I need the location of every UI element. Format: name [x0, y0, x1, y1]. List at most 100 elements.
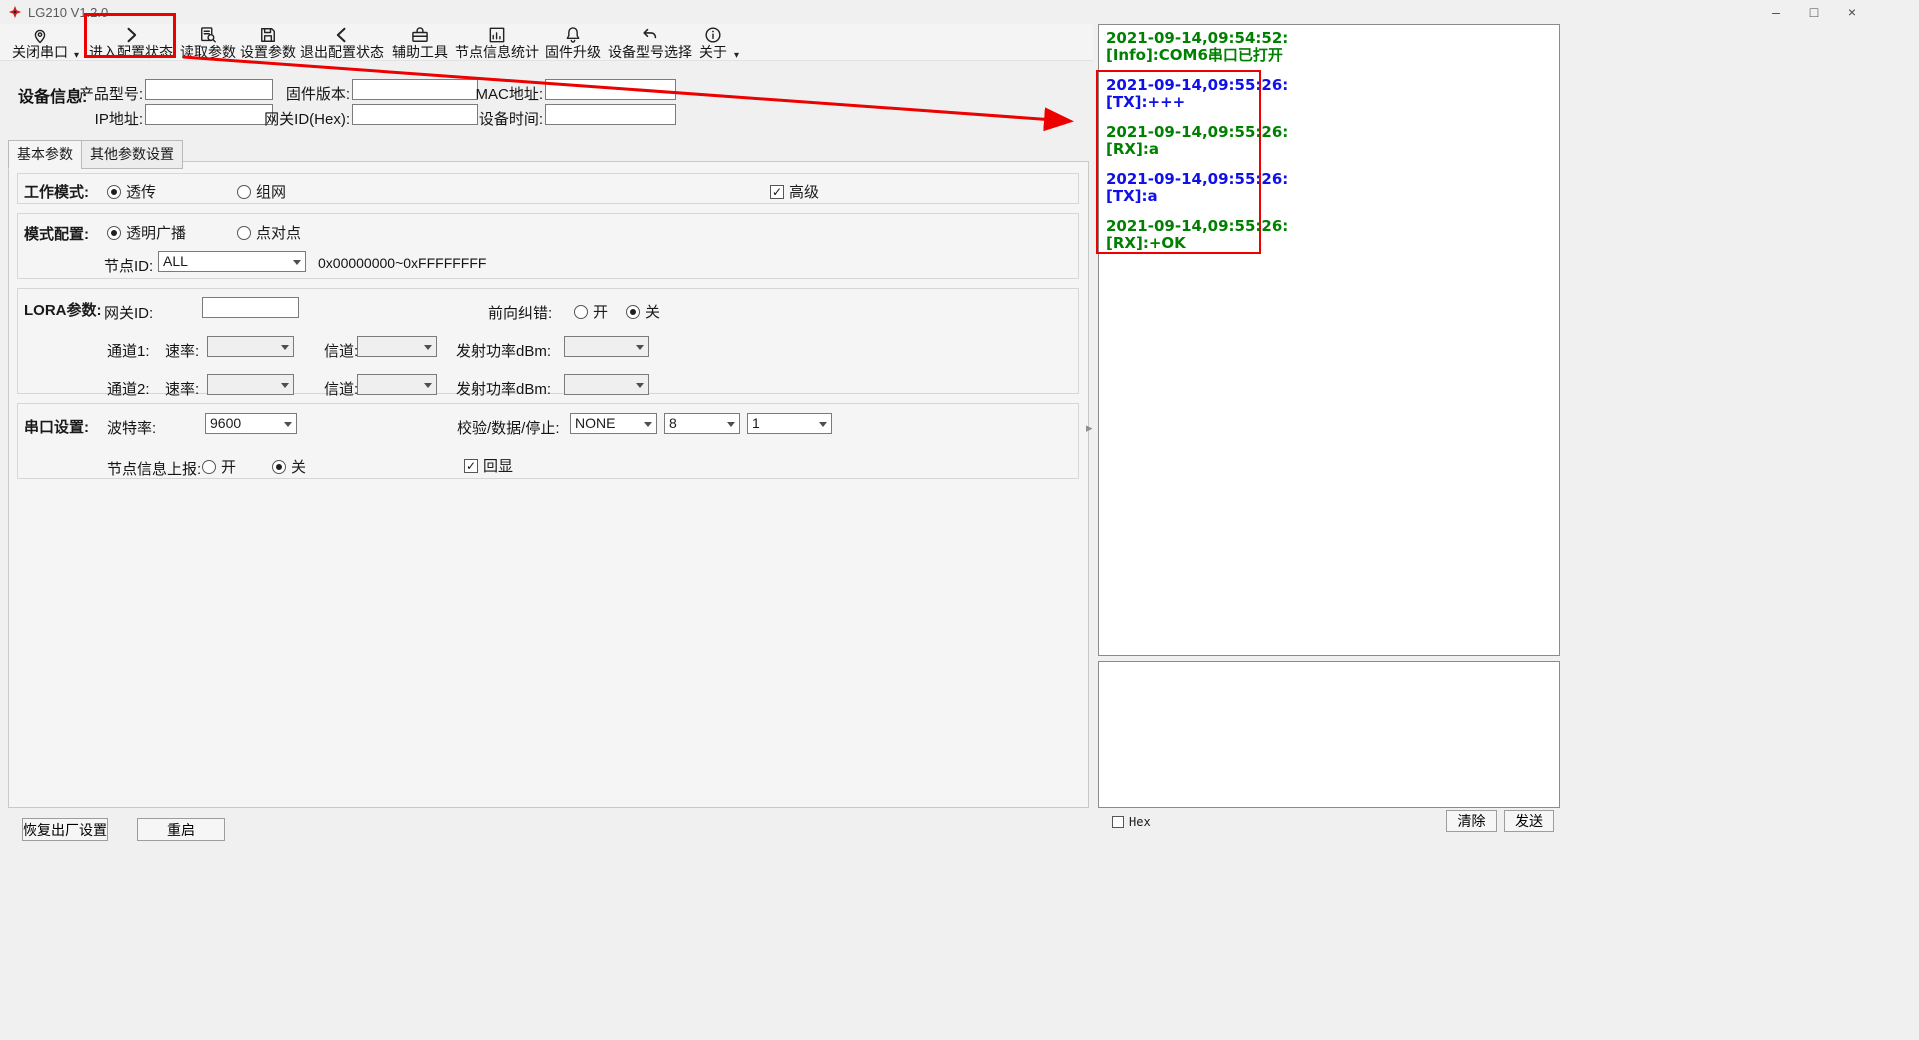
chevron-down-icon [727, 422, 735, 427]
ch2-rate-select[interactable] [207, 374, 294, 395]
radio-networking-mode[interactable]: 组网 [237, 181, 286, 202]
radio-dot [237, 185, 251, 199]
serial-port-pin-icon [30, 25, 50, 45]
fec-label: 前向纠错: [488, 302, 552, 323]
splitter-collapse-arrow[interactable]: ▸ [1086, 420, 1093, 436]
toolbar-button-device-model-select[interactable]: 设备型号选择 [606, 25, 694, 60]
echo-checkbox[interactable]: 回显 [464, 455, 513, 476]
lora-gateway-id-input[interactable] [202, 297, 299, 318]
chevron-down-icon[interactable] [734, 50, 739, 61]
document-search-icon [198, 25, 218, 45]
checkbox-box [1112, 816, 1124, 828]
ip-address-label: IP地址: [58, 108, 143, 129]
chevron-down-icon [424, 345, 432, 350]
param-tabs: 基本参数 其他参数设置 [8, 140, 182, 169]
toolbar-button-about[interactable]: 关于 [696, 25, 730, 60]
mac-address-input[interactable] [545, 79, 676, 100]
chevron-down-icon [293, 260, 301, 265]
chevron-right-icon [121, 25, 141, 45]
chevron-down-icon [281, 345, 289, 350]
factory-reset-button[interactable]: 恢复出厂设置 [22, 818, 108, 841]
chevron-down-icon [636, 383, 644, 388]
chevron-left-icon [332, 25, 352, 45]
log-time: 2021-09-14,09:55:26: [1106, 171, 1552, 188]
send-button[interactable]: 发送 [1504, 810, 1554, 832]
close-button[interactable]: × [1833, 0, 1871, 24]
mode-config-section: 模式配置: 透明广播 点对点 节点ID: ALL 0x00000000~0xFF… [17, 213, 1079, 279]
log-time: 2021-09-14,09:55:26: [1106, 77, 1552, 94]
parity-select[interactable]: NONE [570, 413, 657, 434]
ch2-channel-label: 信道: [324, 378, 358, 399]
node-id-range-hint: 0x00000000~0xFFFFFFFF [318, 255, 486, 271]
lora-params-section: LORA参数: 网关ID: 前向纠错: 开 关 通道1: 速率: 信道: 发射功… [17, 288, 1079, 394]
checkbox-box [770, 185, 784, 199]
radio-transparent-mode[interactable]: 透传 [107, 181, 156, 202]
radio-fec-off[interactable]: 关 [626, 301, 660, 322]
ch2-channel-select[interactable] [357, 374, 437, 395]
ch1-rate-label: 速率: [165, 340, 199, 361]
toolbar-button-node-stats[interactable]: 节点信息统计 [453, 25, 541, 60]
chevron-down-icon [281, 383, 289, 388]
chevron-down-icon [424, 383, 432, 388]
chevron-down-icon [284, 422, 292, 427]
device-time-label: 设备时间: [456, 108, 543, 129]
toolbar-button-enter-config[interactable]: 进入配置状态 [88, 25, 174, 60]
chevron-down-icon[interactable] [74, 50, 79, 61]
gateway-id-hex-label: 网关ID(Hex): [252, 108, 350, 129]
checkbox-box [464, 459, 478, 473]
toolbar-button-read-params[interactable]: 读取参数 [178, 25, 238, 60]
channel1-label: 通道1: [107, 340, 150, 361]
radio-transparent-broadcast[interactable]: 透明广播 [107, 222, 186, 243]
toolbar-button-aux-tools[interactable]: 辅助工具 [390, 25, 450, 60]
ch1-channel-select[interactable] [357, 336, 437, 357]
log-panel[interactable]: 2021-09-14,09:54:52: [Info]:COM6串口已打开 20… [1098, 24, 1560, 656]
radio-dot [272, 460, 286, 474]
log-message: [TX]:+++ [1106, 94, 1552, 111]
node-report-label: 节点信息上报: [107, 458, 201, 479]
databits-select[interactable]: 8 [664, 413, 740, 434]
product-model-input[interactable] [145, 79, 273, 100]
advanced-checkbox[interactable]: 高级 [770, 181, 819, 202]
firmware-version-label: 固件版本: [265, 83, 350, 104]
log-time: 2021-09-14,09:55:26: [1106, 218, 1552, 235]
device-time-input[interactable] [545, 104, 676, 125]
radio-fec-on[interactable]: 开 [574, 301, 608, 322]
log-time: 2021-09-14,09:54:52: [1106, 30, 1552, 47]
maximize-button[interactable]: □ [1795, 0, 1833, 24]
node-id-select[interactable]: ALL [158, 251, 306, 272]
ch1-rate-select[interactable] [207, 336, 294, 357]
ch2-power-select[interactable] [564, 374, 649, 395]
basic-params-page: 工作模式: 透传 组网 高级 模式配置: 透明广播 点对点 节点ID: ALL [8, 161, 1089, 808]
log-message: [Info]:COM6串口已打开 [1106, 47, 1552, 64]
app-icon [8, 5, 22, 19]
toolbar-button-write-params[interactable]: 设置参数 [238, 25, 298, 60]
log-entry: 2021-09-14,09:55:26: [TX]:+++ [1106, 77, 1552, 111]
node-id-label: 节点ID: [104, 255, 153, 276]
lora-params-title: LORA参数: [24, 299, 102, 320]
product-model-label: 产品型号: [58, 83, 143, 104]
toolbar-button-close-serial[interactable]: 关闭串口 [8, 25, 72, 60]
tab-other-params[interactable]: 其他参数设置 [81, 140, 183, 169]
ch1-power-select[interactable] [564, 336, 649, 357]
radio-report-off[interactable]: 关 [272, 456, 306, 477]
ch2-rate-label: 速率: [165, 378, 199, 399]
radio-report-on[interactable]: 开 [202, 456, 236, 477]
radio-point-to-point[interactable]: 点对点 [237, 222, 301, 243]
ch2-power-label: 发射功率dBm: [456, 378, 551, 399]
toolbar-button-exit-config[interactable]: 退出配置状态 [298, 25, 386, 60]
tab-basic-params[interactable]: 基本参数 [8, 140, 82, 169]
lora-gateway-id-label: 网关ID: [104, 302, 153, 323]
window-title: LG210 V1.2.0 [28, 5, 108, 20]
log-message: [RX]:+OK [1106, 235, 1552, 252]
restart-button[interactable]: 重启 [137, 818, 225, 841]
hex-checkbox[interactable]: Hex [1112, 815, 1151, 829]
baud-select[interactable]: 9600 [205, 413, 297, 434]
minimize-button[interactable]: – [1757, 0, 1795, 24]
toolbar-button-firmware-upgrade[interactable]: 固件升级 [543, 25, 603, 60]
serial-settings-section: 串口设置: 波特率: 9600 校验/数据/停止: NONE 8 1 节点信息上… [17, 403, 1079, 479]
baud-rate-label: 波特率: [107, 417, 156, 438]
log-entry: 2021-09-14,09:55:26: [RX]:a [1106, 124, 1552, 158]
send-input[interactable] [1099, 662, 1559, 807]
clear-button[interactable]: 清除 [1446, 810, 1497, 832]
stopbits-select[interactable]: 1 [747, 413, 832, 434]
